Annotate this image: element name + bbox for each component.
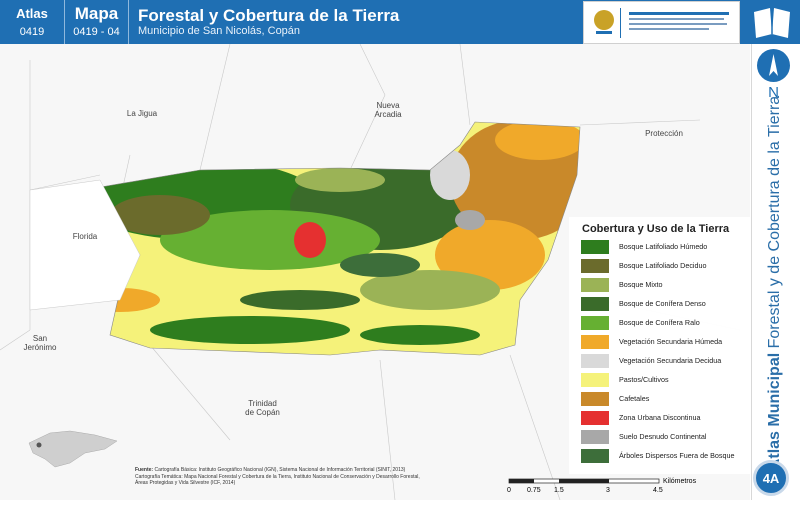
mapa-label: Mapa [74,4,119,23]
coat-of-arms-logo [594,8,729,38]
scale-tick: 1.5 [554,487,564,494]
legend-label: Zona Urbana Discontinua [619,413,701,422]
legend-label: Bosque Latifoliado Deciduo [619,261,707,270]
legend-swatch [581,373,609,387]
honduras-locator-inset [28,430,118,468]
scale-tick: 4.5 [653,487,663,494]
legend-swatch [581,259,609,273]
map-badge: 4A [753,460,789,496]
legend-item: Bosque Latifoliado Húmedo [581,240,751,254]
legend-item: Zona Urbana Discontinua [581,411,751,425]
map-title: Forestal y Cobertura de la Tierra [138,6,400,25]
legend-item: Suelo Desnudo Continental [581,430,751,444]
legend-label: Pastos/Cultivos [619,375,669,384]
legend-swatch [581,297,609,311]
legend-item: Cafetales [581,392,751,406]
legend-label: Cafetales [619,394,650,403]
legend-label: Vegetación Secundaria Decidua [619,356,722,365]
source-credits: Fuente: Cartografía Básica: Instituto Ge… [135,467,485,487]
legend-item: Bosque Latifoliado Deciduo [581,259,751,273]
town-label: La Jigua [126,109,158,118]
legend-item: Bosque de Conífera Denso [581,297,751,311]
legend-swatch [581,316,609,330]
scale-bar: 0 0.75 1.5 3 4.5 Kilómetros [505,478,725,500]
scale-tick: 0 [507,487,511,494]
legend-swatch [581,392,609,406]
legend-item: Bosque de Conífera Ralo [581,316,751,330]
scale-tick: 0.75 [527,487,541,494]
legend-item: Vegetación Secundaria Húmeda [581,335,751,349]
book-icon [754,8,790,38]
legend-title: Cobertura y Uso de la Tierra [582,223,730,235]
legend-label: Bosque Latifoliado Húmedo [619,242,708,251]
town-label: Nueva Arcadia [374,101,402,119]
legend-label: Árboles Dispersos Fuera de Bosque [619,451,735,460]
legend-item: Bosque Mixto [581,278,751,292]
mapa-code-cell: Mapa 0419 - 04 [65,0,129,44]
source-label: Fuente: [135,467,154,473]
town-label: Protección [645,129,683,138]
map-legend: Cobertura y Uso de la Tierra Bosque Lati… [569,217,751,474]
legend-label: Bosque Mixto [619,280,663,289]
source-line: Cartografía Básica: Instituto Geográfico… [154,467,406,473]
legend-swatch [581,449,609,463]
vertical-atlas-title: Atlas Municipal Forestal y de Cobertura … [766,96,784,470]
town-label: Trinidad de Copán [245,399,280,417]
map-subtitle: Municipio de San Nicolás, Copán [138,25,301,37]
institution-logos [583,1,740,44]
atlas-number: 0419 [19,26,45,38]
legend-swatch [581,430,609,444]
vertical-title-bold: Atlas Municipal [766,352,783,471]
legend-label: Bosque de Conífera Ralo [619,318,700,327]
legend-label: Bosque de Conífera Denso [619,299,706,308]
atlas-label: Atlas [16,6,48,21]
legend-swatch [581,278,609,292]
legend-label: Vegetación Secundaria Húmeda [619,337,723,346]
legend-swatch [581,335,609,349]
scale-unit: Kilómetros [663,478,697,485]
north-arrow-icon [757,49,790,82]
legend-swatch [581,411,609,425]
legend-label: Suelo Desnudo Continental [619,432,707,441]
legend-item: Árboles Dispersos Fuera de Bosque [581,449,751,463]
vertical-title-rest: Forestal y de Cobertura de la Tierra [766,95,783,353]
north-arrow-icon [769,54,778,76]
legend-item: Pastos/Cultivos [581,373,751,387]
town-label: San Jerónimo [23,334,57,352]
scale-tick: 3 [606,487,610,494]
legend-item: Vegetación Secundaria Decidua [581,354,751,368]
legend-swatch [581,354,609,368]
legend-swatch [581,240,609,254]
source-line: Áreas Protegidas y Vida Silvestre (ICF, … [135,480,236,486]
land-cover-patches [95,122,580,355]
mapa-number: 0419 - 04 [73,26,120,38]
town-label: Florida [72,232,98,241]
atlas-code-cell: Atlas 0419 [0,0,65,44]
source-line: Cartografía Temática: Mapa Nacional Fore… [135,473,420,480]
